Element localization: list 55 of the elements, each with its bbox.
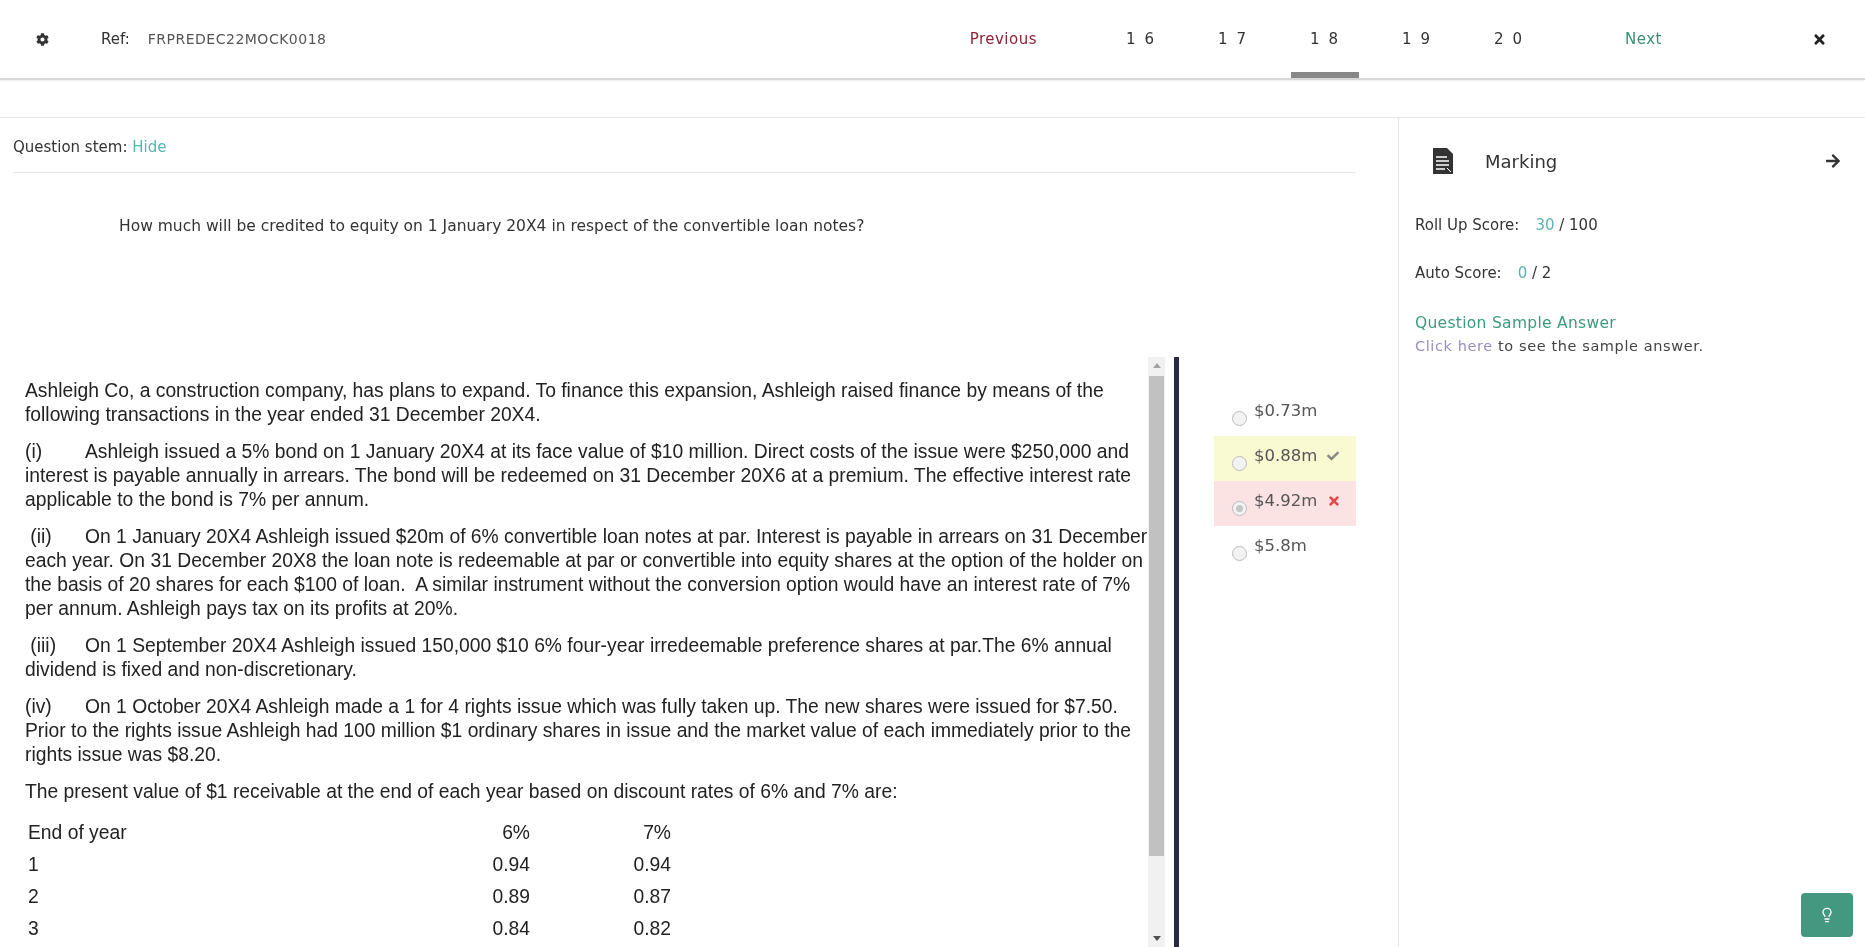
arrow-right-icon[interactable] [1825,153,1841,169]
answer-option[interactable]: $0.88m [1214,436,1356,481]
table-cell: 3 [28,917,39,941]
table-header: End of year [28,821,127,845]
passage-paragraph: (iii) On 1 September 20X4 Ashleigh issued 150,000 $10 6% four-year irredeemable preference shares at par.The 6% annual dividend is fixed and non-discretionary. [25,634,1113,682]
scrollbar[interactable] [1148,357,1165,947]
score-value: 30 [1535,216,1555,234]
marking-title: Marking [1485,150,1558,172]
question-text: How much will be credited to equity on 1 January 20X4 in respect of the convertible loan notes? [119,217,865,235]
passage-paragraph: (i) Ashleigh issued a 5% bond on 1 January 20X4 at its face value of $10 million. Direct costs of the issue were $250,000 and interest is payable annually in arrears. The bond will be redeemed on 31 December 20X6 at a premium. The effective interest rate applicable to the bond is 7% per annum. [25,440,1133,512]
next-link[interactable]: Next [1625,30,1662,48]
answer-option[interactable]: $4.92m [1214,481,1356,526]
document-icon [1433,148,1453,174]
ref-value: FRPREDEC22MOCK0018 [147,31,327,47]
table-cell: 1 [28,853,39,877]
answer-option[interactable]: $0.73m [1214,391,1356,436]
table-cell: 0.87 [633,885,671,909]
score-value: 0 [1517,264,1528,282]
hint-button[interactable] [1801,893,1853,937]
score-total: / 2 [1532,264,1552,282]
page-tab[interactable]: 2 0 [1475,0,1544,78]
page-tab[interactable]: 1 8 [1291,0,1360,78]
table-cell: 0.89 [492,885,530,909]
score-label: Roll Up Score: [1415,216,1520,234]
answer-option[interactable]: $5.8m [1214,526,1356,571]
passage-paragraph: The present value of $1 receivable at the end of each year based on discount rates of 6% and 7% are: [25,780,899,804]
score-total: / 100 [1559,216,1598,234]
score-label: Auto Score: [1415,264,1502,282]
table-header: 6% [502,821,530,845]
table-cell: 0.82 [633,917,671,941]
radio-button[interactable] [1232,411,1247,426]
stem-label: Question stem: [13,138,129,156]
sample-answer-text: Click here to see the sample answer. [1415,338,1705,354]
page-tab[interactable]: 1 7 [1199,0,1268,78]
radio-button[interactable] [1232,501,1247,516]
table-cell: 2 [28,885,39,909]
table-header: 7% [643,821,671,845]
close-icon[interactable] [1812,31,1827,47]
previous-link[interactable]: Previous [969,30,1038,48]
page-tab[interactable]: 1 9 [1383,0,1452,78]
table-cell: 0.84 [492,917,530,941]
passage-paragraph: (iv) On 1 October 20X4 Ashleigh made a 1 for 4 rights issue which was fully taken up. The new shares were issued for $7.50. Prior to the rights issue Ashleigh had 100 million $1 ordinary shares in issue and the market value of each immediately prior to the rights issue was $8.20. [25,695,1133,767]
radio-button[interactable] [1232,456,1247,471]
check-icon [1327,449,1340,462]
cross-icon [1327,493,1342,508]
sample-answer-title: Question Sample Answer [1415,314,1617,332]
radio-button[interactable] [1232,546,1247,561]
page-tab[interactable]: 1 6 [1107,0,1176,78]
table-cell: 0.94 [633,853,671,877]
settings-icon[interactable] [36,32,49,46]
ref-label: Ref: [101,30,130,48]
passage-paragraph: Ashleigh Co, a construction company, has plans to expand. To finance this expansion, Ashleigh raised finance by means of the following transactions in the year ended 31 December 20X4. [25,379,1105,427]
passage-paragraph: (ii) On 1 January 20X4 Ashleigh issued $20m of 6% convertible loan notes at par. Interest is payable in arrears on 31 December each year. On 31 December 20X8 the loan note is redeemable at par or convertible into equity shares at the option of the holder on the basis of 20 shares for each $100 of loan. A similar instrument without the conversion option would have an interest rate of 7% per annum. Ashleigh pays tax on its profits at 20%. [25,525,1148,621]
table-cell: 0.94 [492,853,530,877]
lightbulb-icon [1819,907,1835,923]
